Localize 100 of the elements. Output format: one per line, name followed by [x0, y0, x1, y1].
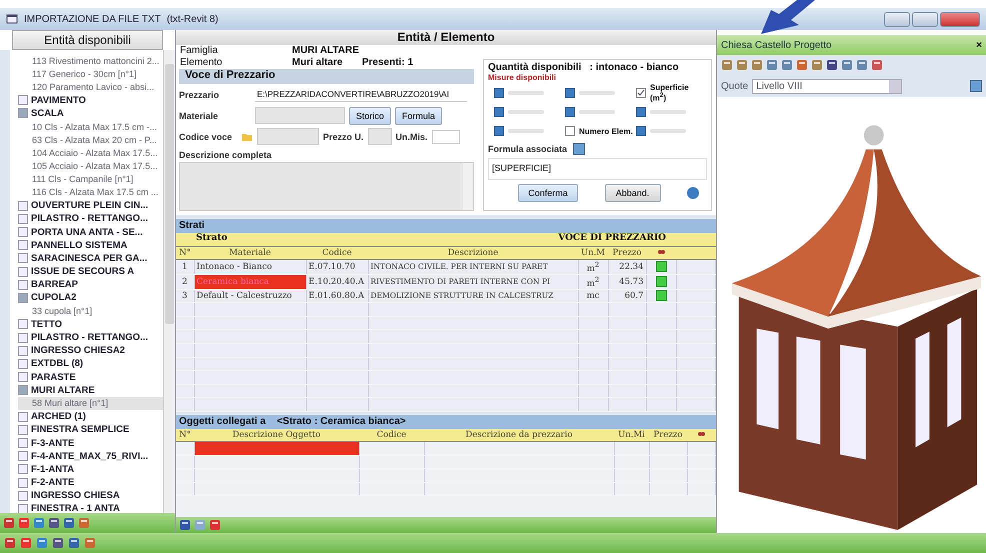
tree-group[interactable]: PAVIMENTO [31, 94, 86, 106]
tool-icon[interactable] [781, 59, 793, 71]
checkbox[interactable] [636, 88, 646, 98]
close-button[interactable]: × [976, 40, 982, 50]
formula-field[interactable]: [SUPERFICIE] [488, 158, 707, 180]
close-button[interactable] [940, 12, 980, 26]
cancel-button[interactable]: Abband. [604, 184, 660, 202]
tool-icon[interactable] [826, 59, 838, 71]
expander-icon[interactable] [18, 412, 28, 422]
status-icon[interactable] [656, 276, 666, 288]
tool-icon[interactable] [856, 59, 868, 71]
tree-group[interactable]: ISSUE DE SECOURS A [31, 266, 134, 278]
tree-group[interactable]: INGRESSO CHIESA [31, 490, 120, 502]
status-icon[interactable] [656, 261, 666, 272]
tree-group[interactable]: F-4-ANTE_MAX_75_RIVI... [31, 450, 148, 462]
level-dropdown[interactable]: Livello VIII [752, 78, 902, 94]
tree-group[interactable]: PANNELLO SISTEMA [31, 240, 128, 251]
expander-icon[interactable] [18, 95, 28, 106]
tree-group[interactable]: CUPOLA2 [31, 292, 76, 304]
tree-item[interactable]: 10 Cls - Alzata Max 17.5 cm -... [18, 120, 163, 134]
maximize-button[interactable] [912, 12, 938, 26]
tool-icon[interactable] [871, 59, 883, 71]
table-cell: mc [578, 289, 608, 303]
tree-item[interactable]: 111 Cls - Campanile [n°1] [18, 172, 163, 186]
tree-item[interactable]: 63 Cls - Alzata Max 20 cm - P... [18, 133, 163, 146]
input-field[interactable] [257, 128, 319, 145]
tree-group[interactable]: PORTA UNA ANTA - SE... [31, 226, 143, 238]
tree-group[interactable]: F-3-ANTE [31, 438, 74, 449]
tree-group[interactable]: PILASTRO - RETTANGO... [31, 213, 148, 224]
tree-group[interactable]: SCALA [31, 108, 64, 119]
tree-item[interactable]: 116 Cls - Alzata Max 17.5 cm ... [18, 186, 163, 200]
tree-group[interactable]: PILASTRO - RETTANGO... [31, 332, 148, 344]
expander-icon[interactable] [18, 332, 28, 343]
tree-item[interactable]: 113 Rivestimento mattoncini 2... [32, 56, 160, 66]
column-header: Prezzo [608, 247, 646, 260]
status-icon[interactable] [656, 290, 666, 302]
expander-icon[interactable] [18, 108, 28, 118]
expander-icon[interactable] [18, 266, 28, 277]
expander-icon[interactable] [18, 292, 28, 303]
expander-icon[interactable] [18, 478, 28, 488]
tree-group[interactable]: MURI ALTARE [31, 384, 95, 396]
expander-icon[interactable] [18, 214, 28, 224]
tree-item[interactable]: 33 cupola [n°1] [18, 304, 163, 318]
expander-icon[interactable] [18, 227, 28, 238]
path-field[interactable]: E:\PREZZARIDACONVERTIRE\ABRUZZO2019\AI [255, 88, 467, 102]
tree-item[interactable]: 58 Muri altare [n°1] [18, 396, 163, 410]
tree-group[interactable]: ARCHED (1) [31, 411, 86, 422]
field-label: Codice voce [179, 132, 234, 142]
column-header: Materiale [194, 247, 306, 260]
formula-button[interactable]: Formula [395, 106, 442, 124]
expander-icon[interactable] [18, 504, 28, 513]
tree-group[interactable]: EXTDBL (8) [31, 358, 84, 370]
minimize-button[interactable] [884, 12, 910, 26]
tree-item[interactable]: 104 Acciaio - Alzata Max 17.5... [18, 146, 163, 160]
input-field[interactable] [368, 128, 392, 145]
table-cell: E.01.60.80.A [306, 289, 368, 303]
expander-icon[interactable] [18, 280, 28, 290]
table-row[interactable] [194, 442, 359, 456]
tree-group[interactable]: F-1-ANTA [31, 464, 74, 475]
scrollbar[interactable] [163, 50, 175, 513]
expander-icon[interactable] [18, 385, 28, 396]
table-cell[interactable]: Intonaco - Bianco [194, 260, 306, 274]
checkbox-label: Numero Elem. [579, 126, 633, 136]
tree-group[interactable]: TETTO [31, 318, 62, 330]
expander-icon[interactable] [18, 451, 28, 462]
expander-icon[interactable] [18, 319, 28, 330]
tree-group[interactable]: FINESTRA - 1 ANTA [31, 503, 120, 513]
expander-icon[interactable] [18, 240, 28, 250]
dropdown[interactable] [432, 130, 460, 144]
history-button[interactable]: Storico [349, 106, 392, 124]
tree-group[interactable]: F-2-ANTE [31, 477, 74, 488]
info-button[interactable] [687, 187, 699, 199]
tree-item[interactable]: 117 Generico - 30cm [n°1] [32, 68, 136, 79]
confirm-button[interactable]: Conferma [518, 184, 578, 202]
expander-icon[interactable] [18, 346, 28, 356]
text-area[interactable] [179, 162, 474, 211]
expander-icon[interactable] [18, 438, 28, 448]
tree-item[interactable]: 120 Paramento Lavico - absi... [32, 82, 154, 92]
expander-icon[interactable] [18, 424, 28, 435]
expander-icon[interactable] [18, 372, 28, 382]
tool-icon[interactable] [796, 59, 808, 71]
tree-group[interactable]: FINESTRA SEMPLICE [31, 424, 130, 436]
tree-group[interactable]: INGRESSO CHIESA2 [31, 345, 125, 356]
tree-group[interactable]: SARACINESCA PER GA... [31, 252, 148, 264]
tree-group[interactable]: PARASTE [31, 372, 76, 383]
column-header: Un.M [578, 247, 608, 260]
expander-icon[interactable] [18, 200, 28, 211]
expander-icon[interactable] [18, 464, 28, 474]
expander-icon[interactable] [18, 490, 28, 501]
checkbox[interactable] [565, 126, 575, 136]
tool-icon[interactable] [841, 59, 853, 71]
tree-group[interactable]: BARREAP [31, 279, 78, 290]
expander-icon[interactable] [18, 253, 28, 264]
tool-icon[interactable] [766, 59, 778, 71]
tree-group[interactable]: OUVERTURE PLEIN CIN... [31, 200, 148, 212]
column-group-header: Strato [196, 233, 228, 245]
input-field[interactable] [255, 107, 345, 124]
table-cell[interactable]: Default - Calcestruzzo [194, 289, 306, 303]
tree-item[interactable]: 105 Acciaio - Alzata Max 17.5... [18, 160, 163, 173]
expander-icon[interactable] [18, 358, 28, 369]
